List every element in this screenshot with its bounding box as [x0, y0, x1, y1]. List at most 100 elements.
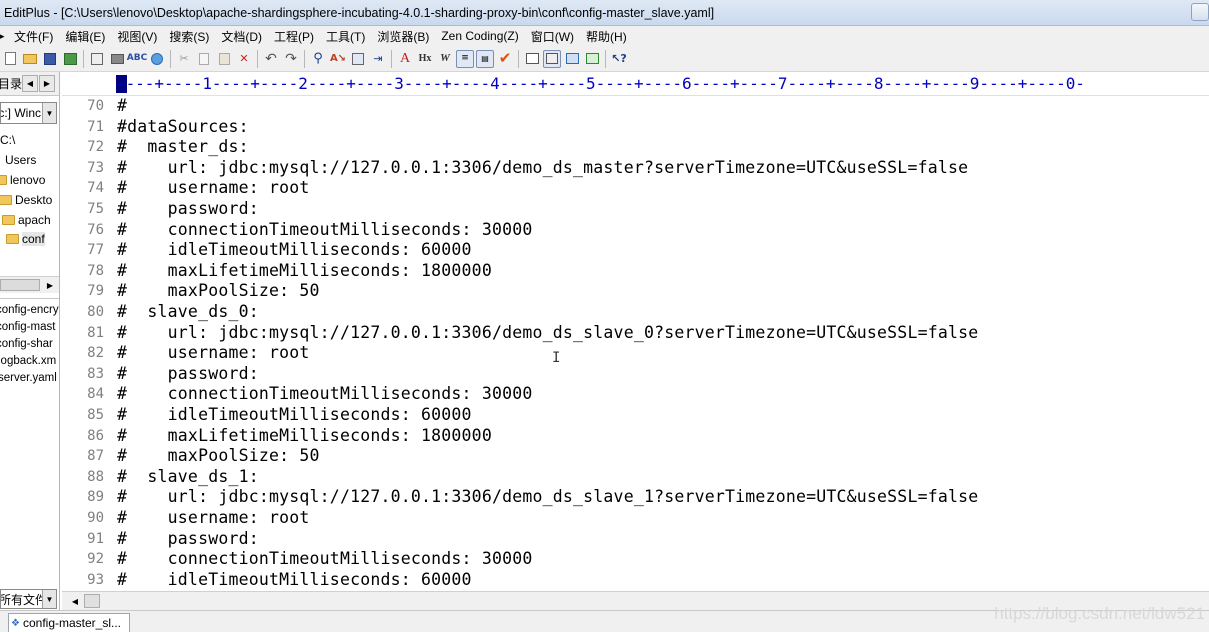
- font-icon[interactable]: A: [396, 50, 414, 68]
- file-item-config-encrypt[interactable]: config-encry: [0, 301, 59, 318]
- code-line[interactable]: 71 #dataSources:: [62, 117, 1209, 138]
- menu-tools[interactable]: 工具(T): [320, 28, 371, 45]
- word-wrap-icon[interactable]: W: [436, 50, 454, 68]
- code-text: # url: jdbc:mysql://127.0.0.1:3306/demo_…: [117, 487, 979, 507]
- menu-project[interactable]: 工程(P): [268, 28, 320, 45]
- code-line[interactable]: 83 # password:: [62, 364, 1209, 385]
- code-text: # maxPoolSize: 50: [117, 446, 320, 466]
- tree-item-desktop[interactable]: Deskto: [0, 191, 52, 209]
- panel-scroll-left-icon[interactable]: ◀: [22, 75, 38, 92]
- folder-icon: [2, 215, 15, 225]
- code-line[interactable]: 93 # idleTimeoutMilliseconds: 60000: [62, 570, 1209, 590]
- print-icon[interactable]: [108, 50, 126, 68]
- window-control-button[interactable]: [1191, 3, 1209, 21]
- delete-icon[interactable]: ✕: [235, 50, 253, 68]
- find-icon[interactable]: ⚲: [309, 50, 327, 68]
- goto-icon[interactable]: ⇥: [369, 50, 387, 68]
- code-text: # maxPoolSize: 50: [117, 281, 320, 301]
- find-in-files-icon[interactable]: [349, 50, 367, 68]
- tree-item-apache[interactable]: apach: [2, 211, 51, 229]
- file-item-config-master-slave[interactable]: config-mast: [0, 318, 55, 335]
- code-line[interactable]: 87 # maxPoolSize: 50: [62, 446, 1209, 467]
- tree-item-conf[interactable]: conf: [6, 230, 45, 248]
- code-line[interactable]: 90 # username: root: [62, 508, 1209, 529]
- menu-scroll-icon[interactable]: ▸: [0, 31, 8, 42]
- tab-config-master-slave[interactable]: ❖ config-master_sl...: [8, 613, 130, 632]
- menu-search[interactable]: 搜索(S): [163, 28, 215, 45]
- chevron-down-icon[interactable]: ▼: [42, 103, 56, 123]
- paste-icon[interactable]: [215, 50, 233, 68]
- help-icon[interactable]: ↖?: [610, 50, 628, 68]
- browser-icon[interactable]: [148, 50, 166, 68]
- spell-check-icon[interactable]: ABC: [127, 50, 147, 68]
- scrollbar-thumb[interactable]: [0, 279, 40, 291]
- code-line[interactable]: 89 # url: jdbc:mysql://127.0.0.1:3306/dem…: [62, 487, 1209, 508]
- tree-item-c-drive[interactable]: C:\: [0, 131, 15, 149]
- code-line[interactable]: 73 # url: jdbc:mysql://127.0.0.1:3306/dem…: [62, 158, 1209, 179]
- window-icon[interactable]: [523, 50, 541, 68]
- code-line[interactable]: 85 # idleTimeoutMilliseconds: 60000: [62, 405, 1209, 426]
- hex-icon[interactable]: Hx: [416, 50, 434, 68]
- document-icon: ❖: [11, 617, 20, 629]
- code-line[interactable]: 80 # slave_ds_0:: [62, 302, 1209, 323]
- code-text: # slave_ds_1:: [117, 466, 259, 486]
- save-icon[interactable]: [41, 50, 59, 68]
- folder-icon: [0, 175, 7, 185]
- panel-icon[interactable]: [543, 49, 561, 68]
- save-all-icon[interactable]: [61, 50, 79, 68]
- open-folder-icon[interactable]: [21, 50, 39, 68]
- menu-view[interactable]: 视图(V): [111, 28, 163, 45]
- code-line[interactable]: 76 # connectionTimeoutMilliseconds: 30000: [62, 220, 1209, 241]
- tree-item-lenovo[interactable]: lenovo: [0, 171, 45, 189]
- scrollbar-thumb[interactable]: [84, 594, 100, 608]
- replace-icon[interactable]: A↘: [329, 50, 347, 68]
- line-number-icon[interactable]: ≡: [456, 49, 474, 68]
- code-line[interactable]: 75 # password:: [62, 199, 1209, 220]
- code-line[interactable]: 86 # maxLifetimeMilliseconds: 1800000: [62, 426, 1209, 447]
- code-line[interactable]: 77 # idleTimeoutMilliseconds: 60000: [62, 240, 1209, 261]
- redo-icon[interactable]: ↷: [282, 50, 300, 68]
- code-line[interactable]: 91 # password:: [62, 529, 1209, 550]
- code-line[interactable]: 82 # username: root: [62, 343, 1209, 364]
- code-line[interactable]: 88 # slave_ds_1:: [62, 467, 1209, 488]
- panel-scroll-right-icon[interactable]: ▶: [39, 75, 55, 92]
- cliptext-icon[interactable]: [583, 50, 601, 68]
- menu-browser[interactable]: 浏览器(B): [371, 28, 435, 45]
- fullscreen-icon[interactable]: [563, 50, 581, 68]
- drive-select[interactable]: [c:] Winc ▼: [0, 102, 57, 124]
- check-icon[interactable]: ✔: [496, 50, 514, 68]
- tree-horizontal-scrollbar[interactable]: ▶: [0, 276, 59, 293]
- code-line[interactable]: 72 # master_ds:: [62, 137, 1209, 158]
- code-line[interactable]: 92 # connectionTimeoutMilliseconds: 30000: [62, 549, 1209, 570]
- undo-icon[interactable]: ↶: [262, 50, 280, 68]
- menu-window[interactable]: 窗口(W): [525, 28, 580, 45]
- code-line[interactable]: 78 # maxLifetimeMilliseconds: 1800000: [62, 261, 1209, 282]
- cut-icon[interactable]: ✂: [175, 50, 193, 68]
- line-number: 70: [87, 98, 104, 114]
- menu-edit[interactable]: 编辑(E): [59, 28, 111, 45]
- code-line[interactable]: 79 # maxPoolSize: 50: [62, 281, 1209, 302]
- code-line[interactable]: 84 # connectionTimeoutMilliseconds: 30000: [62, 384, 1209, 405]
- code-editor[interactable]: 70 #71 #dataSources: 72 # master_ds: 73 # url:…: [62, 96, 1209, 590]
- menu-document[interactable]: 文档(D): [215, 28, 268, 45]
- file-filter-select[interactable]: 所有文件 ▼: [0, 589, 57, 609]
- menu-help[interactable]: 帮助(H): [580, 28, 633, 45]
- file-item-config-sharding[interactable]: config-shar: [0, 335, 53, 352]
- new-file-icon[interactable]: [1, 50, 19, 68]
- column-icon[interactable]: ▤: [476, 49, 494, 68]
- file-item-server-yaml[interactable]: server.yaml: [0, 369, 57, 386]
- chevron-down-icon[interactable]: ▼: [42, 590, 56, 608]
- code-line[interactable]: 70 #: [62, 96, 1209, 117]
- menu-zen-coding[interactable]: Zen Coding(Z): [435, 29, 524, 43]
- code-line[interactable]: 81 # url: jdbc:mysql://127.0.0.1:3306/dem…: [62, 323, 1209, 344]
- copy-icon[interactable]: [195, 50, 213, 68]
- tree-item-users[interactable]: Users: [5, 151, 36, 169]
- menu-file[interactable]: 文件(F): [8, 28, 59, 45]
- ruler-text: ----+----1----+----2----+----3----+----4…: [116, 74, 1085, 93]
- scroll-right-icon[interactable]: ▶: [43, 278, 57, 292]
- print-preview-icon[interactable]: [88, 50, 106, 68]
- scroll-left-icon[interactable]: ◀: [68, 594, 82, 608]
- code-line[interactable]: 74 # username: root: [62, 178, 1209, 199]
- directory-tab-label[interactable]: 目录: [0, 75, 22, 92]
- file-item-logback[interactable]: logback.xm: [0, 352, 56, 369]
